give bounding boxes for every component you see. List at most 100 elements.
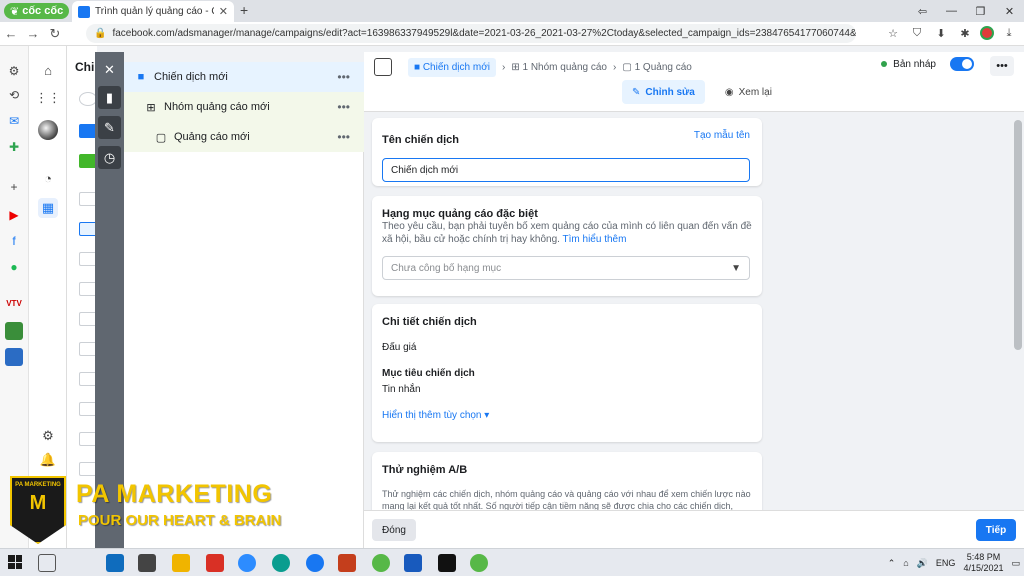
settings-icon[interactable]: ⚙ (38, 426, 58, 446)
zoom-app-icon[interactable] (238, 554, 256, 572)
tree-adset[interactable]: ⊞ Nhóm quảng cáo mới ••• (124, 92, 364, 122)
forward-button[interactable]: → (22, 26, 44, 41)
close-window-button[interactable]: ✕ (995, 0, 1024, 22)
new-tab-button[interactable]: + (240, 2, 248, 18)
breadcrumb-ad[interactable]: ▢ 1 Quảng cáo (622, 62, 692, 73)
more-options-icon[interactable]: ••• (337, 130, 350, 144)
campaign-name-input[interactable] (382, 158, 750, 182)
toolbar-icons: ☆ ⛉ ⬇ ✱ ⤓ (884, 24, 1018, 42)
campaign-toggle[interactable] (950, 57, 974, 71)
game-icon[interactable]: ✚ (5, 138, 23, 156)
task-view-icon[interactable] (38, 554, 56, 572)
edge-browser-icon[interactable] (272, 554, 290, 572)
clock[interactable]: 5:48 PM 4/15/2021 (963, 552, 1003, 574)
special-category-placeholder: Chưa công bố hạng mục (391, 262, 502, 274)
app2-icon[interactable] (5, 348, 23, 366)
app-icon[interactable] (206, 554, 224, 572)
home-icon[interactable]: ⌂ (38, 60, 58, 80)
download-extension-icon[interactable]: ⬇ (932, 24, 950, 42)
next-button[interactable]: Tiếp (976, 519, 1016, 541)
mail-app-icon[interactable] (106, 554, 124, 572)
add-icon[interactable]: + (5, 178, 23, 196)
browser-tab[interactable]: Trình quản lý quảng cáo - Qu ✕ (72, 1, 234, 22)
edit-mode-button[interactable]: ✎ Chỉnh sửa (622, 80, 705, 104)
powerpoint-icon[interactable] (338, 554, 356, 572)
chat-app-icon[interactable] (306, 554, 324, 572)
more-options-icon[interactable]: ••• (337, 100, 350, 114)
more-options-icon[interactable]: ••• (337, 70, 350, 84)
minimize-button[interactable]: — (937, 0, 966, 22)
bookmark-star-icon[interactable]: ☆ (884, 24, 902, 42)
app-icon[interactable] (5, 322, 23, 340)
restore-icon[interactable]: ⇦ (908, 0, 937, 22)
toggle-panel-icon[interactable] (374, 58, 392, 76)
breadcrumb-adset[interactable]: ⊞ 1 Nhóm quảng cáo (511, 62, 607, 73)
settings-gear-icon[interactable]: ⚙ (5, 62, 23, 80)
facebook-icon[interactable]: f (5, 232, 23, 250)
avatar[interactable] (38, 120, 58, 140)
messenger-icon[interactable]: ✉ (5, 112, 23, 130)
tree-campaign[interactable]: ■ Chiến dịch mới ••• (124, 62, 364, 92)
close-tab-icon[interactable]: ✕ (219, 5, 228, 18)
coccoc-icon[interactable] (372, 554, 390, 572)
url-bar[interactable]: 🔒 facebook.com/adsmanager/manage/campaig… (86, 24, 856, 43)
back-button[interactable]: ← (0, 26, 22, 41)
logo-top-text: PA MARKETING (15, 482, 61, 488)
campaign-name-title: Tên chiến dịch (382, 134, 460, 146)
browser-sidebar: ⚙ ⟲ ✉ ✚ + ▶ f ● VTV (0, 46, 29, 548)
maximize-button[interactable]: ❐ (966, 0, 995, 22)
chart-icon[interactable]: ▮ (98, 86, 121, 109)
breadcrumb-campaign[interactable]: ■ Chiến dịch mới (408, 58, 496, 77)
windows-start-icon[interactable] (8, 555, 22, 569)
review-mode-button[interactable]: ◉ Xem lại (715, 80, 782, 104)
history-clock-icon[interactable]: ◷ (98, 146, 121, 169)
network-icon[interactable]: ⌂ (903, 558, 908, 568)
special-category-select[interactable]: Chưa công bố hạng mục ▼ (382, 256, 750, 280)
watermark-slogan: POUR OUR HEART & BRAIN (78, 512, 282, 529)
profile-avatar[interactable] (980, 26, 994, 40)
edit-pencil-icon[interactable]: ✎ (98, 116, 121, 139)
create-name-template-link[interactable]: Tạo mẫu tên (694, 130, 750, 141)
vtv-icon[interactable]: VTV (5, 294, 23, 312)
coccoc-active-icon[interactable] (470, 554, 488, 572)
notifications-icon[interactable]: ▭ (1011, 558, 1020, 569)
tree-adset-label: Nhóm quảng cáo mới (164, 101, 270, 113)
extensions-puzzle-icon[interactable]: ✱ (956, 24, 974, 42)
chevron-up-icon[interactable]: ⌃ (888, 558, 896, 569)
shield-icon[interactable]: ⛉ (908, 24, 926, 42)
close-button[interactable]: Đóng (372, 519, 416, 541)
campaign-details-card: Chi tiết chiến dịch Đấu giá Mục tiêu chi… (372, 304, 762, 442)
show-more-options-link[interactable]: Hiển thị thêm tùy chọn ▾ (382, 410, 489, 421)
browser-logo[interactable]: ❦ cốc cốc (4, 3, 70, 19)
editor-tool-strip: ✕ ▮ ✎ ◷ (95, 52, 124, 548)
downloads-icon[interactable]: ⤓ (1000, 24, 1018, 42)
table-title: Chi (75, 60, 95, 74)
file-explorer-icon[interactable] (172, 554, 190, 572)
dashboard-gauge-icon[interactable]: ◔ (38, 168, 58, 188)
notifications-bell-icon[interactable]: 🔔 (38, 450, 58, 470)
scrollbar[interactable] (1014, 120, 1022, 500)
learn-more-link[interactable]: Tìm hiểu thêm (563, 234, 627, 245)
draft-label: Bản nháp (893, 58, 936, 70)
apps-grid-icon[interactable]: ⋮⋮ (35, 88, 61, 108)
media-app-icon[interactable] (438, 554, 456, 572)
reload-button[interactable]: ↻ (44, 26, 66, 42)
volume-icon[interactable]: 🔊 (917, 558, 928, 569)
scrollbar-thumb[interactable] (1014, 120, 1022, 350)
ads-manager-table-icon[interactable]: ▦ (38, 198, 58, 218)
header-more-button[interactable]: ••• (990, 56, 1014, 76)
tab-title: Trình quản lý quảng cáo - Qu (95, 6, 214, 17)
history-icon[interactable]: ⟲ (5, 86, 23, 104)
spotify-icon[interactable]: ● (5, 258, 23, 276)
browser-tabbar: ❦ cốc cốc Trình quản lý quảng cáo - Qu ✕ … (0, 0, 1024, 22)
window-controls: ⇦ — ❐ ✕ (908, 0, 1024, 22)
youtube-icon[interactable]: ▶ (5, 206, 23, 224)
breadcrumb-adset-label: 1 Nhóm quảng cáo (522, 62, 607, 73)
tree-ad[interactable]: ▢ Quảng cáo mới ••• (124, 122, 364, 152)
tree-campaign-label: Chiến dịch mới (154, 71, 228, 83)
close-editor-icon[interactable]: ✕ (98, 58, 121, 81)
language-indicator[interactable]: ENG (936, 558, 956, 568)
store-app-icon[interactable] (138, 554, 156, 572)
ab-test-card: Thử nghiệm A/B Thử nghiệm các chiến dịch… (372, 452, 762, 510)
word-icon[interactable] (404, 554, 422, 572)
